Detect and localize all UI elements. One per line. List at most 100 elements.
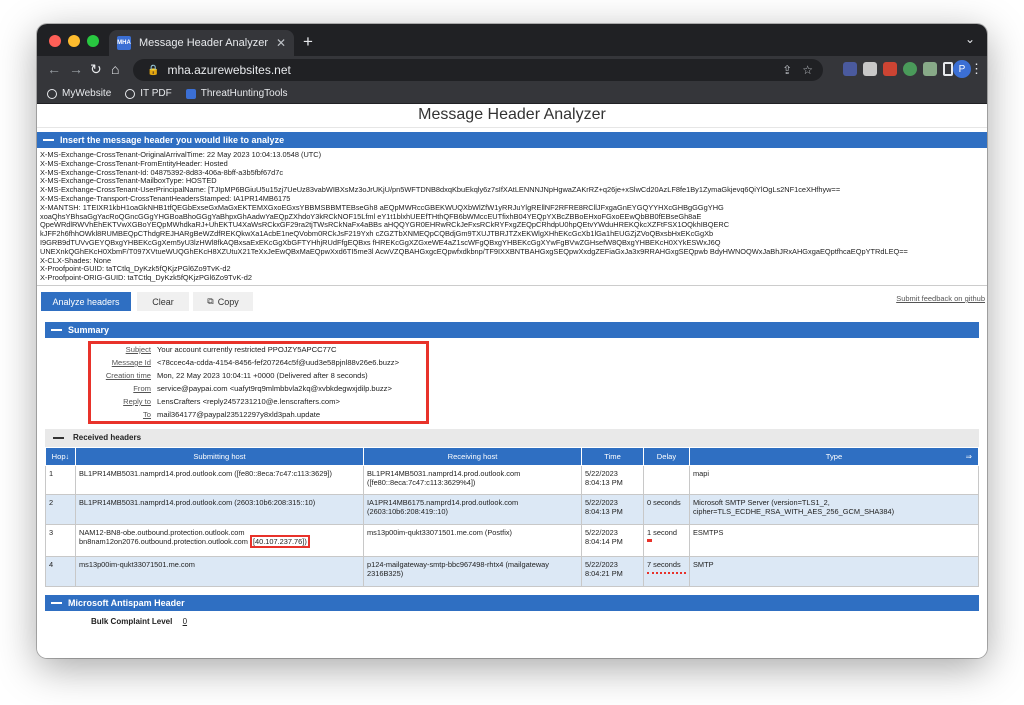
minimize-window-button[interactable] <box>68 35 80 47</box>
lock-icon: 🔒 <box>147 64 160 76</box>
bulk-complaint-value[interactable]: 0 <box>183 617 187 626</box>
header-line: kJFF2h6fhhOWkl8RUMBEQpCThdgREJHARgBeWZdf… <box>40 230 714 239</box>
header-textarea[interactable]: X-MS-Exchange-CrossTenant-OriginalArriva… <box>37 148 987 286</box>
bookmark-label: MyWebsite <box>62 88 112 99</box>
highlighted-ip: [40.107.237.76]) <box>249 535 310 548</box>
extensions-puzzle-icon[interactable] <box>923 62 937 76</box>
tab-title: Message Header Analyzer <box>139 37 269 49</box>
summary-value: mail364177@paypal23512297y8xld3pah.updat… <box>157 410 321 419</box>
collapse-icon <box>43 139 54 141</box>
globe-icon <box>47 88 57 99</box>
header-line: X-Proofpoint-ORIG-GUID: taTCtlq_DyKzk5fQ… <box>40 274 252 283</box>
extension-icon[interactable] <box>883 62 897 76</box>
submitting-host-alt: bn8nam12on2076.outbound.protection.outlo… <box>79 537 248 546</box>
receiving-cell: IA1PR14MB6175.namprd14.prod.outlook.com … <box>363 494 582 525</box>
bookmark-mywebsite[interactable]: MyWebsite <box>47 88 111 99</box>
tab-search-chevron-icon[interactable]: ⌄ <box>965 32 975 46</box>
header-line: X-MS-Exchange-CrossTenant-OriginalArriva… <box>40 151 322 159</box>
received-headers-bar[interactable]: Received headers <box>45 429 979 447</box>
submitting-cell: NAM12-BN8-obe.outbound.protection.outloo… <box>75 524 364 557</box>
copy-button[interactable]: ⧉ Copy <box>193 292 253 311</box>
menu-kebab-icon[interactable]: ⋮ <box>970 61 983 77</box>
copy-icon: ⧉ <box>207 296 214 306</box>
header-line: X-Proofpoint-GUID: taTCtlq_DyKzk5fQKjzPG… <box>40 265 231 274</box>
expand-arrow-icon[interactable]: ⇒ <box>966 452 972 461</box>
receiving-cell: p124-mailgateway-smtp-bbc967498-rhtx4 (m… <box>363 556 582 587</box>
summary-row-creation-time: Creation time Mon, 22 May 2023 10:04:11 +… <box>89 370 368 382</box>
extension-icon[interactable] <box>903 62 917 76</box>
summary-row-subject: Subject Your account currently restricted… <box>89 344 337 356</box>
col-type[interactable]: Type ⇒ <box>689 447 979 466</box>
col-delay[interactable]: Delay <box>643 447 690 466</box>
address-bar[interactable]: 🔒 mha.azurewebsites.net ⇪ ☆ <box>133 59 823 81</box>
browser-toolbar: ← → ↻ ⌂ 🔒 mha.azurewebsites.net ⇪ ☆ P ⋮ <box>37 56 987 84</box>
bookmark-threathuntingtools[interactable]: ThreatHuntingTools <box>185 88 287 99</box>
new-tab-icon[interactable]: + <box>303 32 313 52</box>
summary-label[interactable]: Subject <box>89 344 151 356</box>
extension-icon[interactable] <box>843 62 857 76</box>
side-panel-icon[interactable] <box>943 62 953 76</box>
maximize-window-button[interactable] <box>87 35 99 47</box>
copy-label: Copy <box>217 296 239 307</box>
submitting-host-line: NAM12-BN8-obe.outbound.protection.outloo… <box>79 528 245 537</box>
browser-window: MHA Message Header Analyzer ✕ + ⌄ ← → ↻ … <box>37 24 987 658</box>
summary-value: Your account currently restricted PPOJZY… <box>157 345 337 354</box>
type-cell: Microsoft SMTP Server (version=TLS1_2, c… <box>689 494 979 525</box>
summary-body: Subject Your account currently restricted… <box>45 338 979 426</box>
header-line: X-MS-Exchange-CrossTenant-UserPrincipalN… <box>40 186 841 195</box>
page-content: Message Header Analyzer Insert the messa… <box>37 104 987 658</box>
reload-icon[interactable]: ↻ <box>90 61 102 78</box>
summary-label[interactable]: Creation time <box>89 370 151 382</box>
clear-button[interactable]: Clear <box>137 292 189 311</box>
summary-row-from: From service@paypai.com <uafyt9rq9mlmbbvl… <box>89 383 392 395</box>
summary-label[interactable]: From <box>89 383 151 395</box>
bookmark-favicon-icon <box>185 88 196 99</box>
type-cell: ESMTPS <box>689 524 979 557</box>
insert-header-bar[interactable]: Insert the message header you would like… <box>37 132 987 148</box>
summary-row-message-id: Message Id <78ccec4a-cdda-4154-8456-fef20… <box>89 357 399 369</box>
summary-label[interactable]: Message Id <box>89 357 151 369</box>
antispam-bar[interactable]: Microsoft Antispam Header <box>45 595 979 611</box>
bookmarks-bar: MyWebsite IT PDF ThreatHuntingTools <box>37 84 987 104</box>
header-line: X-MS-Exchange-CrossTenant-FromEntityHead… <box>40 159 228 168</box>
bookmark-it-pdf[interactable]: IT PDF <box>125 88 172 99</box>
col-time[interactable]: Time <box>581 447 644 466</box>
profile-avatar[interactable]: P <box>953 60 971 78</box>
close-window-button[interactable] <box>49 35 61 47</box>
feedback-link[interactable]: Submit feedback on github <box>896 294 985 303</box>
received-headers-title: Received headers <box>73 433 142 442</box>
received-headers-table: Hop↓ Submitting host Receiving host Time… <box>45 447 979 587</box>
back-icon[interactable]: ← <box>47 61 61 77</box>
delay-value: 7 seconds <box>647 560 681 569</box>
delay-cell: 0 seconds <box>643 494 690 525</box>
share-bookmark-icons[interactable]: ⇪ ☆ <box>782 63 813 77</box>
summary-value: Mon, 22 May 2023 10:04:11 +0000 (Deliver… <box>157 371 368 380</box>
extension-icon[interactable] <box>863 62 877 76</box>
summary-label[interactable]: Reply to <box>89 396 151 408</box>
time-cell: 5/22/2023 8:04:13 PM <box>581 465 644 495</box>
col-hop[interactable]: Hop↓ <box>45 447 76 466</box>
header-line: X-MS-Exchange-CrossTenant-MailboxType: H… <box>40 177 217 186</box>
receiving-cell: ms13p00im-qukt33071501.me.com (Postfix) <box>363 524 582 557</box>
summary-bar[interactable]: Summary <box>45 322 979 338</box>
col-submitting-host[interactable]: Submitting host <box>75 447 364 466</box>
hop-cell: 3 <box>45 524 76 557</box>
home-icon[interactable]: ⌂ <box>111 61 119 77</box>
close-tab-icon[interactable]: ✕ <box>276 36 286 50</box>
globe-icon <box>125 88 136 99</box>
col-type-label: Type <box>825 452 843 461</box>
delay-cell <box>643 465 690 495</box>
submitting-cell: ms13p00im-qukt33071501.me.com <box>75 556 364 587</box>
type-cell: SMTP <box>689 556 979 587</box>
summary-value: LensCrafters <reply2457231210@e.lenscraf… <box>157 397 340 406</box>
analyze-headers-button[interactable]: Analyze headers <box>41 292 131 311</box>
delay-value: 1 second <box>647 528 677 537</box>
table-row: 4 ms13p00im-qukt33071501.me.com p124-mai… <box>45 556 979 587</box>
delay-cell: 1 second <box>643 524 690 557</box>
browser-tab[interactable]: MHA Message Header Analyzer ✕ <box>109 30 294 56</box>
col-receiving-host[interactable]: Receiving host <box>363 447 582 466</box>
summary-label[interactable]: To <box>89 409 151 421</box>
page-title: Message Header Analyzer <box>37 104 987 128</box>
forward-icon[interactable]: → <box>69 61 83 77</box>
table-row: 3 NAM12-BN8-obe.outbound.protection.outl… <box>45 524 979 557</box>
